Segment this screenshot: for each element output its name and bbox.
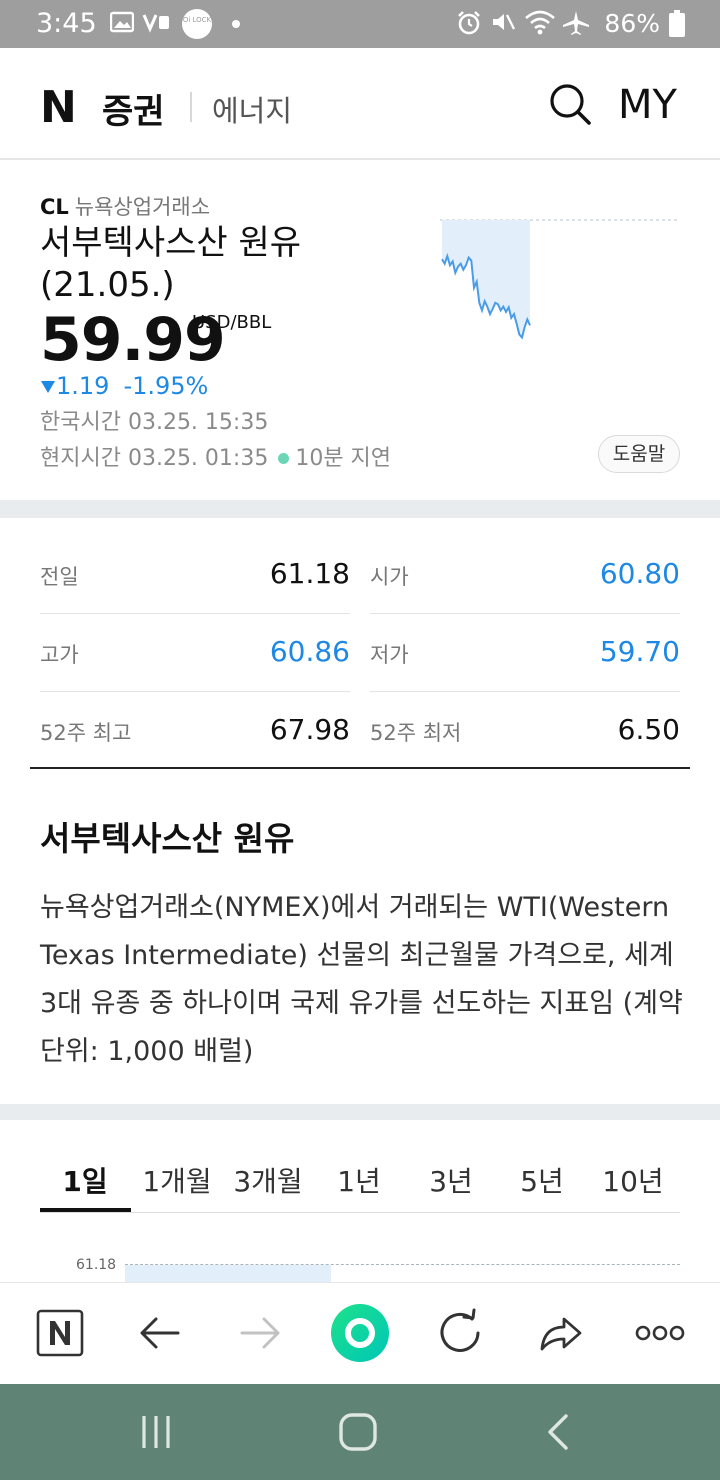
stat-label: 52주 최저 (370, 721, 462, 745)
local-time: 현지시간 03.25. 01:35 (40, 446, 269, 471)
stat-high: 고가 60.86 (40, 613, 350, 692)
app-header: N 증권 에너지 MY (0, 48, 720, 160)
mini-chart-area (442, 220, 530, 338)
image-icon (110, 11, 134, 33)
status-bar: 3:45 Oi LOCK 86% (0, 0, 720, 48)
stat-label: 52주 최고 (40, 721, 132, 745)
description-text: 뉴욕상업거래소(NYMEX)에서 거래되는 WTI(Western Texas … (40, 892, 683, 1067)
tab-3m[interactable]: 3개월 (223, 1160, 313, 1200)
ticker-code: CL (40, 195, 69, 219)
period-tabs: 1일 1개월 3개월 1년 3년 5년 10년 (40, 1150, 680, 1213)
mute-icon (493, 14, 516, 30)
green-dot-icon[interactable] (330, 1303, 390, 1363)
quote-code-line: CL 뉴욕상업거래소 (40, 191, 210, 221)
brand-title[interactable]: 증권 (102, 84, 165, 133)
tab-3y[interactable]: 3년 (406, 1160, 496, 1200)
lock-icon: Oi LOCK (182, 9, 212, 39)
active-tab-indicator (40, 1208, 131, 1212)
instrument-name: 서부텍사스산 원유 (21.05.) (40, 222, 380, 306)
mini-chart[interactable] (440, 212, 680, 352)
stat-value: 61.18 (269, 557, 350, 590)
stat-prev-close: 전일 61.18 (40, 535, 350, 614)
delay-label: 10분 지연 (295, 446, 392, 471)
naver-logo[interactable]: N (40, 86, 77, 130)
instrument-name-line2: (21.05.) (40, 265, 175, 305)
wifi-icon (525, 10, 555, 35)
stat-value: 60.86 (269, 635, 350, 668)
description-title: 서부텍사스산 원유 (40, 819, 295, 858)
status-time: 3:45 (36, 8, 97, 39)
chart-area-top (125, 1265, 331, 1282)
tab-1d[interactable]: 1일 (40, 1160, 130, 1200)
stat-label: 저가 (370, 643, 409, 667)
stat-label: 전일 (40, 565, 79, 589)
change-percent: -1.95% (123, 372, 209, 400)
stat-low: 저가 59.70 (370, 613, 680, 692)
stat-label: 고가 (40, 643, 79, 667)
local-time-line: 현지시간 03.25. 01:35 10분 지연 (40, 440, 391, 472)
tab-10y[interactable]: 10년 (588, 1160, 678, 1200)
stat-label: 시가 (370, 565, 409, 589)
search-icon[interactable] (548, 82, 592, 126)
korea-time: 한국시간 03.25. 15:35 (40, 410, 269, 435)
exchange-name: 뉴욕상업거래소 (74, 195, 211, 219)
tab-1y[interactable]: 1년 (314, 1160, 404, 1200)
share-icon[interactable] (534, 1307, 586, 1359)
instrument-name-line1: 서부텍사스산 원유 (40, 223, 302, 263)
stat-value: 60.80 (599, 557, 680, 590)
price-change: 1.19 -1.95% (40, 372, 208, 400)
alarm-icon (458, 11, 480, 35)
system-nav-bar (0, 1384, 720, 1480)
stat-value: 67.98 (269, 713, 350, 746)
delay-dot-icon (278, 452, 290, 464)
battery-percent: 86% (604, 9, 660, 38)
back-icon[interactable] (134, 1307, 186, 1359)
home-icon[interactable] (338, 1412, 378, 1452)
back-icon[interactable] (544, 1414, 574, 1450)
section-divider (0, 500, 720, 518)
volte-icon (142, 14, 169, 33)
stat-value: 59.70 (599, 635, 680, 668)
help-button[interactable]: 도움말 (598, 435, 680, 473)
browser-toolbar (0, 1282, 720, 1385)
my-button[interactable]: MY (618, 82, 677, 128)
forward-icon[interactable] (234, 1307, 286, 1359)
battery-icon (669, 10, 685, 37)
recent-apps-icon[interactable] (138, 1414, 174, 1450)
naver-home-icon[interactable] (34, 1307, 86, 1359)
stat-52w-low: 52주 최저 6.50 (370, 691, 680, 769)
section-divider (0, 1104, 720, 1120)
dot-icon (232, 20, 240, 28)
chart-reference-label: 61.18 (76, 1257, 117, 1273)
header-divider (190, 92, 192, 122)
change-value: 1.19 (56, 372, 110, 400)
down-arrow-icon (41, 381, 55, 393)
airplane-icon (563, 11, 589, 35)
lock-icon-text: Oi LOCK (182, 16, 212, 24)
tab-5y[interactable]: 5년 (497, 1160, 587, 1200)
category-title[interactable]: 에너지 (212, 88, 292, 130)
price-unit: USD/BBL (192, 312, 272, 333)
tab-1m[interactable]: 1개월 (132, 1160, 222, 1200)
refresh-icon[interactable] (434, 1307, 486, 1359)
stats-bottom-rule (30, 767, 690, 769)
stat-52w-high: 52주 최고 67.98 (40, 691, 350, 769)
more-icon[interactable] (634, 1307, 686, 1359)
stat-open: 시가 60.80 (370, 535, 680, 614)
stat-value: 6.50 (617, 713, 680, 746)
